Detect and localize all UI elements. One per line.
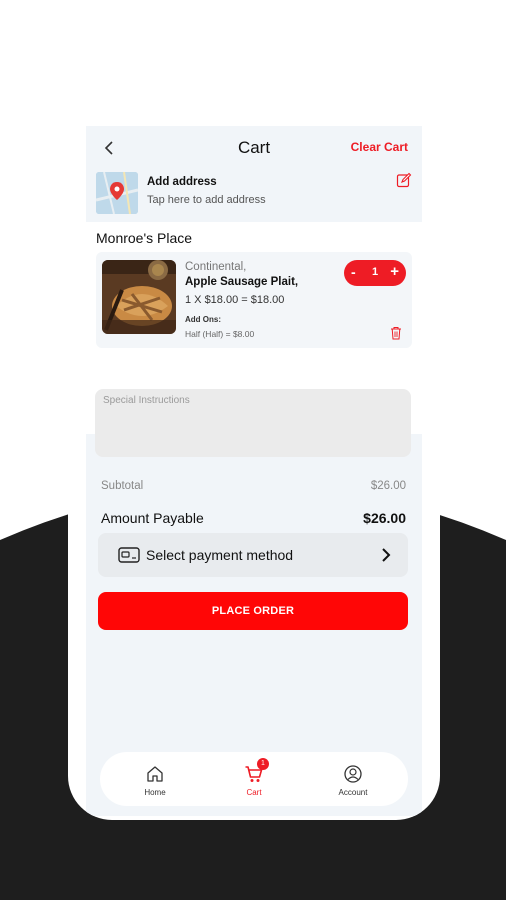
amount-payable-label: Amount Payable (101, 510, 204, 526)
edit-icon[interactable] (396, 172, 412, 188)
restaurant-name: Monroe's Place (96, 230, 193, 246)
addons-label: Add Ons: (185, 315, 221, 324)
phone-frame: Cart Clear Cart Add address Tap here to … (68, 80, 440, 820)
increase-quantity-button[interactable]: + (390, 263, 399, 280)
addons-value: Half (Half) = $8.00 (185, 329, 255, 339)
add-address-subtitle: Tap here to add address (147, 194, 266, 206)
nav-item-home[interactable]: Home (110, 752, 200, 806)
add-address-title: Add address (147, 176, 217, 188)
special-instructions-input[interactable] (95, 389, 411, 457)
place-order-button[interactable]: PLACE ORDER (98, 592, 408, 630)
top-bar: Cart Clear Cart (86, 126, 422, 172)
select-payment-method-button[interactable]: Select payment method (98, 533, 408, 577)
home-icon (147, 766, 163, 782)
payment-method-label: Select payment method (146, 547, 294, 563)
nav-item-account[interactable]: Account (308, 752, 398, 806)
food-image (102, 260, 176, 334)
trash-icon[interactable] (390, 326, 402, 340)
nav-item-cart[interactable]: 1 Cart (209, 752, 299, 806)
cart-count-badge: 1 (257, 758, 269, 770)
amount-payable-value: $26.00 (363, 510, 406, 526)
account-icon (344, 765, 362, 783)
payment-card-icon (118, 547, 140, 563)
nav-account-label: Account (338, 788, 368, 797)
item-price-line: 1 X $18.00 = $18.00 (185, 294, 285, 306)
cart-screen: Cart Clear Cart Add address Tap here to … (86, 126, 422, 816)
item-category: Continental, (185, 261, 247, 273)
quantity-stepper: - 1 + (344, 260, 406, 286)
clear-cart-button[interactable]: Clear Cart (351, 140, 408, 154)
chevron-right-icon (382, 548, 391, 562)
nav-cart-label: Cart (246, 788, 262, 797)
nav-home-label: Home (144, 788, 166, 797)
item-name: Apple Sausage Plait, (185, 276, 299, 288)
subtotal-value: $26.00 (370, 480, 406, 492)
bottom-navigation: Home 1 Cart Account (100, 752, 408, 806)
address-row[interactable]: Add address Tap here to add address (86, 172, 422, 222)
cart-item-card: Continental, Apple Sausage Plait, 1 X $1… (96, 252, 412, 348)
map-thumbnail (96, 172, 138, 214)
subtotal-label: Subtotal (101, 480, 144, 492)
